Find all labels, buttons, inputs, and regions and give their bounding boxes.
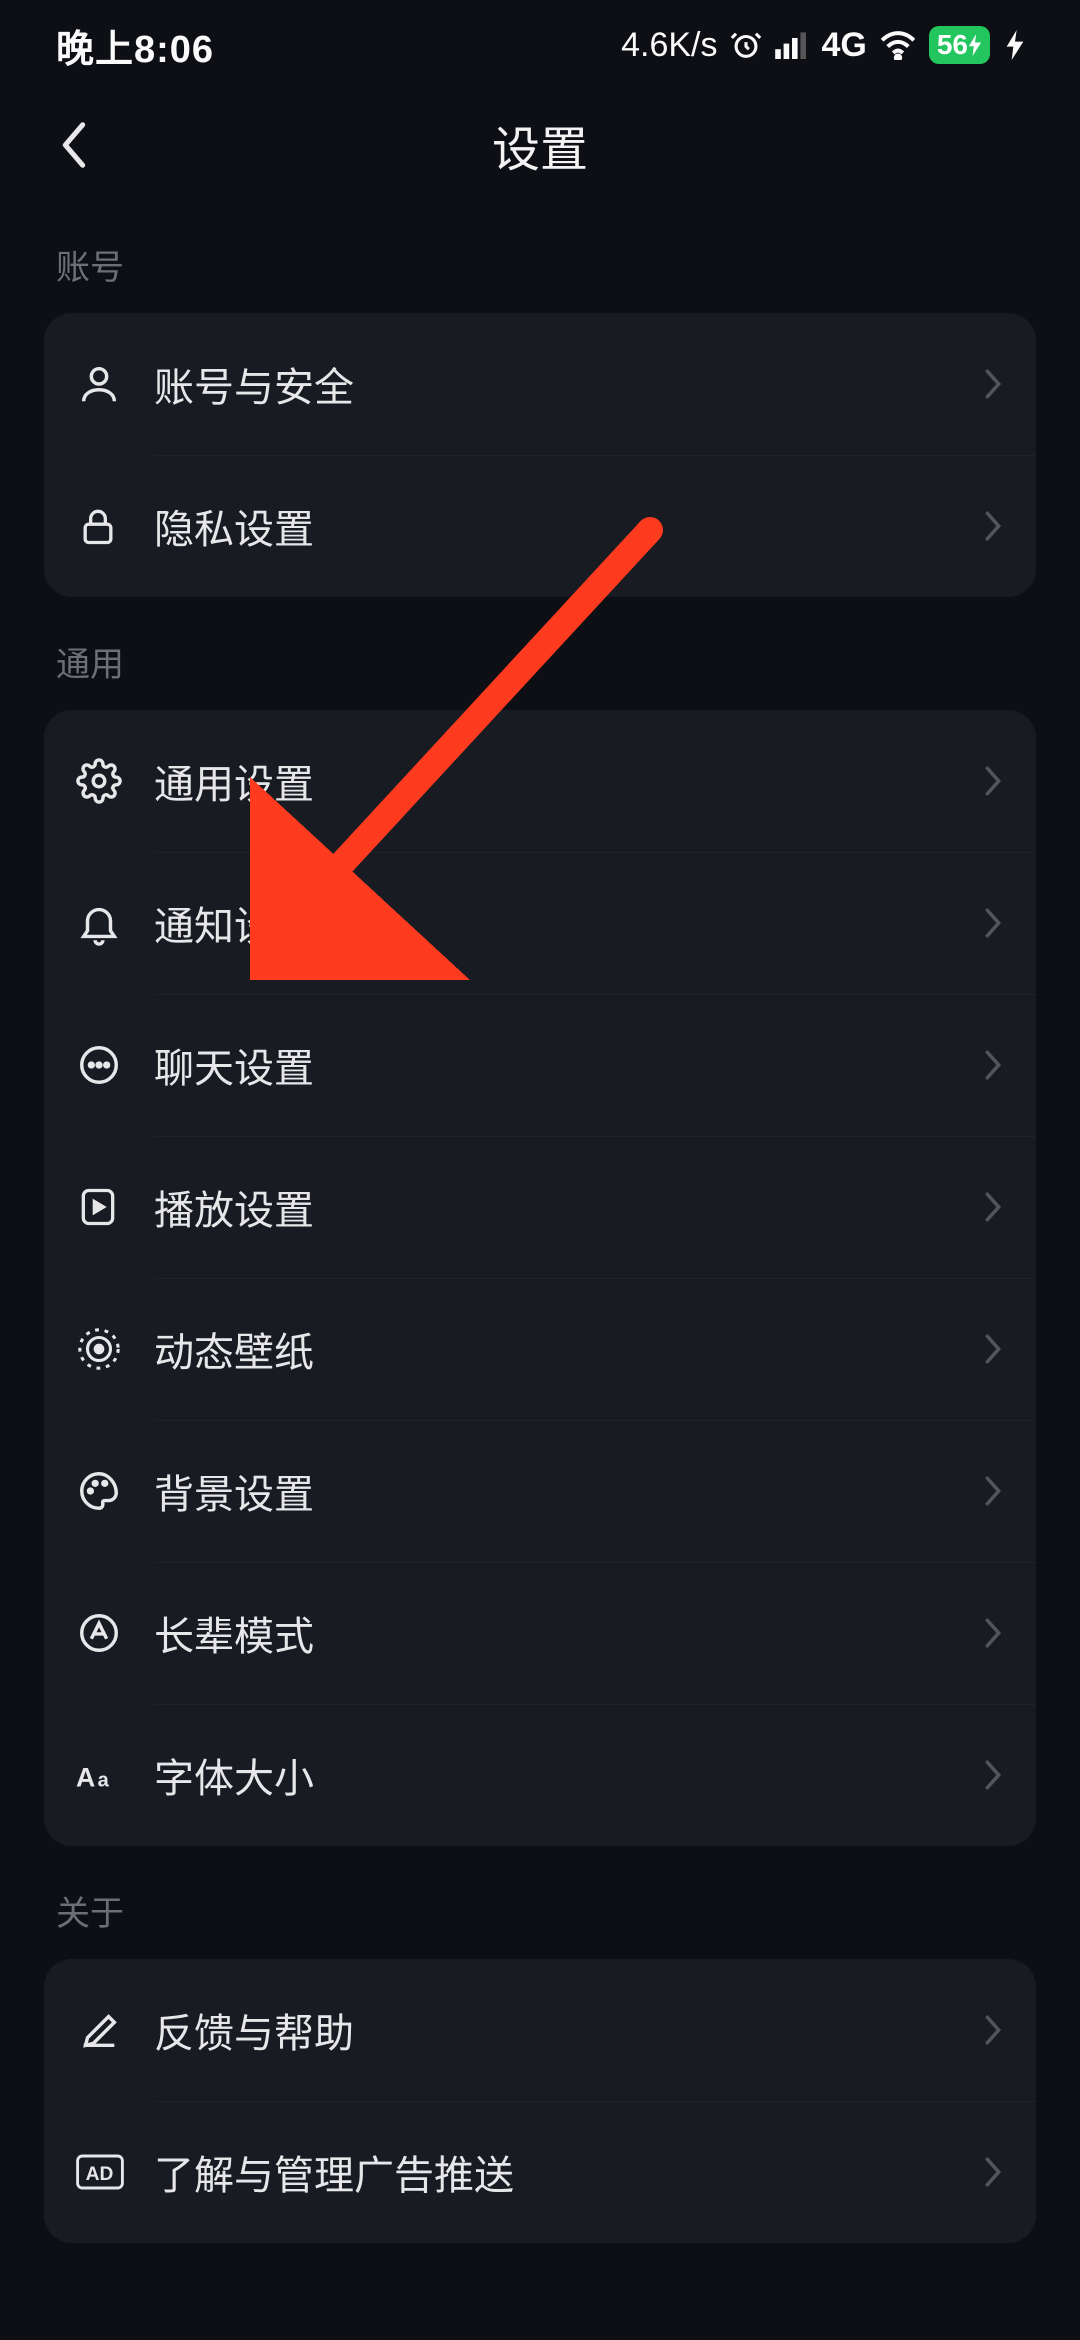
battery-percent: 56 <box>937 29 968 61</box>
wifi-icon <box>879 30 917 60</box>
chevron-right-icon <box>982 1616 1004 1650</box>
row-label: 字体大小 <box>154 1746 982 1804</box>
row-label: 背景设置 <box>154 1462 982 1520</box>
chevron-right-icon <box>982 1190 1004 1224</box>
back-button[interactable] <box>44 115 104 175</box>
ad-icon: AD <box>76 2152 154 2192</box>
elder-mode-icon <box>76 1610 154 1656</box>
charging-icon <box>968 34 982 56</box>
row-playback-settings[interactable]: 播放设置 <box>44 1136 1036 1278</box>
row-label: 长辈模式 <box>154 1604 982 1662</box>
row-live-wallpaper[interactable]: 动态壁纸 <box>44 1278 1036 1420</box>
battery-indicator: 56 <box>929 26 990 64</box>
row-label: 聊天设置 <box>154 1036 982 1094</box>
section-label-general: 通用 <box>44 597 1036 710</box>
network-speed: 4.6K/s <box>621 26 717 65</box>
row-label: 动态壁纸 <box>154 1320 982 1378</box>
row-privacy[interactable]: 隐私设置 <box>44 455 1036 597</box>
chevron-right-icon <box>982 367 1004 401</box>
status-indicators: 4.6K/s 4G 56 <box>621 26 1024 65</box>
chevron-right-icon <box>982 1758 1004 1792</box>
charging-bolt-icon <box>1006 30 1024 60</box>
bell-icon <box>76 900 154 946</box>
play-icon <box>76 1185 154 1229</box>
row-label: 账号与安全 <box>154 355 982 413</box>
palette-icon <box>76 1468 154 1514</box>
nav-bar: 设置 <box>0 90 1080 200</box>
row-elder-mode[interactable]: 长辈模式 <box>44 1562 1036 1704</box>
svg-text:a: a <box>98 1770 110 1792</box>
svg-text:A: A <box>76 1763 95 1793</box>
chevron-right-icon <box>982 2155 1004 2189</box>
chevron-right-icon <box>982 906 1004 940</box>
font-size-icon: Aa <box>76 1755 154 1795</box>
row-label: 隐私设置 <box>154 497 982 555</box>
row-font-size[interactable]: Aa 字体大小 <box>44 1704 1036 1846</box>
live-wallpaper-icon <box>76 1326 154 1372</box>
section-label-about: 关于 <box>44 1846 1036 1959</box>
chevron-right-icon <box>982 764 1004 798</box>
status-time: 晚上8:06 <box>56 18 214 73</box>
row-label: 通知设置 <box>154 894 982 952</box>
signal-icon <box>775 31 809 59</box>
row-notification-settings[interactable]: 通知设置 <box>44 852 1036 994</box>
section-label-account: 账号 <box>44 200 1036 313</box>
row-label: 播放设置 <box>154 1178 982 1236</box>
chevron-right-icon <box>982 1474 1004 1508</box>
chevron-right-icon <box>982 509 1004 543</box>
network-type: 4G <box>821 26 866 65</box>
row-background-settings[interactable]: 背景设置 <box>44 1420 1036 1562</box>
edit-icon <box>76 2007 154 2053</box>
chat-icon <box>76 1042 154 1088</box>
user-icon <box>76 361 154 407</box>
gear-icon <box>76 758 154 804</box>
row-feedback-help[interactable]: 反馈与帮助 <box>44 1959 1036 2101</box>
group-account: 账号与安全 隐私设置 <box>44 313 1036 597</box>
status-bar: 晚上8:06 4.6K/s 4G 56 <box>0 0 1080 90</box>
chevron-right-icon <box>982 1048 1004 1082</box>
row-ad-management[interactable]: AD 了解与管理广告推送 <box>44 2101 1036 2243</box>
row-label: 通用设置 <box>154 752 982 810</box>
row-label: 了解与管理广告推送 <box>154 2143 982 2201</box>
lock-icon <box>76 504 154 548</box>
row-account-security[interactable]: 账号与安全 <box>44 313 1036 455</box>
row-general-settings[interactable]: 通用设置 <box>44 710 1036 852</box>
row-label: 反馈与帮助 <box>154 2001 982 2059</box>
group-general: 通用设置 通知设置 聊天设置 播放设置 <box>44 710 1036 1846</box>
chevron-right-icon <box>982 1332 1004 1366</box>
chevron-right-icon <box>982 2013 1004 2047</box>
alarm-icon <box>729 28 763 62</box>
row-chat-settings[interactable]: 聊天设置 <box>44 994 1036 1136</box>
settings-content: 账号 账号与安全 隐私设置 通用 通用设置 <box>0 200 1080 2243</box>
group-about: 反馈与帮助 AD 了解与管理广告推送 <box>44 1959 1036 2243</box>
svg-text:AD: AD <box>86 2164 114 2185</box>
page-title: 设置 <box>492 110 588 180</box>
